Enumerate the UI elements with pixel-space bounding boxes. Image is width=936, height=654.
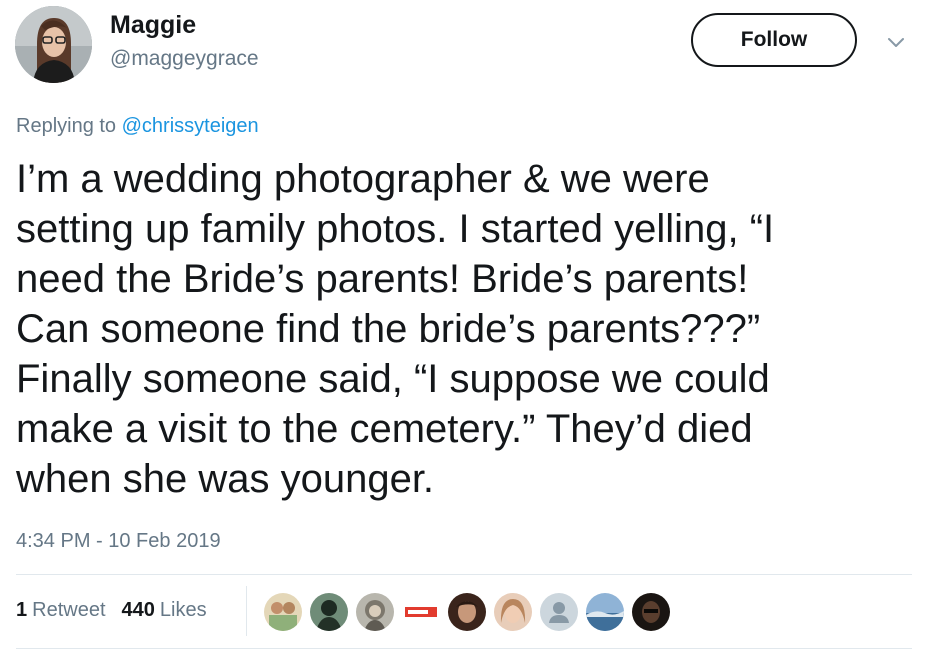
retweet-count-link[interactable]: 1 Retweet [16, 599, 106, 622]
more-options-button[interactable] [884, 30, 908, 54]
profile-photo-icon [15, 6, 92, 83]
liker-avatars [264, 592, 678, 632]
likes-count-link[interactable]: 440 Likes [122, 599, 207, 622]
liker-avatar-5-icon [448, 593, 486, 631]
default-profile-icon [540, 593, 578, 631]
author-handle[interactable]: @maggeygrace [110, 45, 259, 73]
author-avatar[interactable] [15, 6, 92, 83]
liker-avatar-2[interactable] [310, 593, 348, 631]
replying-to-prefix: Replying to [16, 115, 117, 137]
liker-avatar-9-icon [632, 593, 670, 631]
liker-avatar-6[interactable] [494, 593, 532, 631]
liker-avatar-2-icon [310, 593, 348, 631]
liker-avatar-8[interactable] [586, 593, 624, 631]
retweet-label: Retweet [32, 598, 106, 621]
tweet-text: I’m a wedding photographer & we were set… [16, 157, 775, 501]
divider-top [16, 574, 912, 575]
likes-count: 440 [121, 598, 155, 621]
liker-default-avatar[interactable] [540, 593, 578, 631]
liker-avatar-8-icon [586, 593, 624, 631]
retweet-count: 1 [16, 598, 28, 621]
tweet-stats: 1 Retweet 440 Likes [16, 596, 223, 624]
reply-mention-link[interactable]: @chrissyteigen [122, 115, 259, 137]
follow-button[interactable]: Follow [691, 13, 857, 67]
liker-avatar-3-icon [356, 593, 394, 631]
stats-separator [246, 586, 247, 636]
tweet-timestamp[interactable]: 4:34 PM - 10 Feb 2019 [16, 527, 221, 555]
liker-avatar-6-icon [494, 593, 532, 631]
liker-avatar-9[interactable] [632, 593, 670, 631]
liker-avatar-1-icon [264, 593, 302, 631]
likes-label: Likes [159, 598, 207, 621]
author-display-name[interactable]: Maggie [110, 8, 196, 42]
replying-to: Replying to @chrissyteigen [16, 112, 259, 140]
liker-avatar-5[interactable] [448, 593, 486, 631]
divider-bottom [16, 648, 912, 649]
liker-avatar-1[interactable] [264, 593, 302, 631]
chevron-down-icon [888, 38, 904, 47]
liker-logo-avatar-icon [402, 593, 440, 631]
liker-logo-avatar[interactable] [402, 593, 440, 631]
liker-avatar-3[interactable] [356, 593, 394, 631]
